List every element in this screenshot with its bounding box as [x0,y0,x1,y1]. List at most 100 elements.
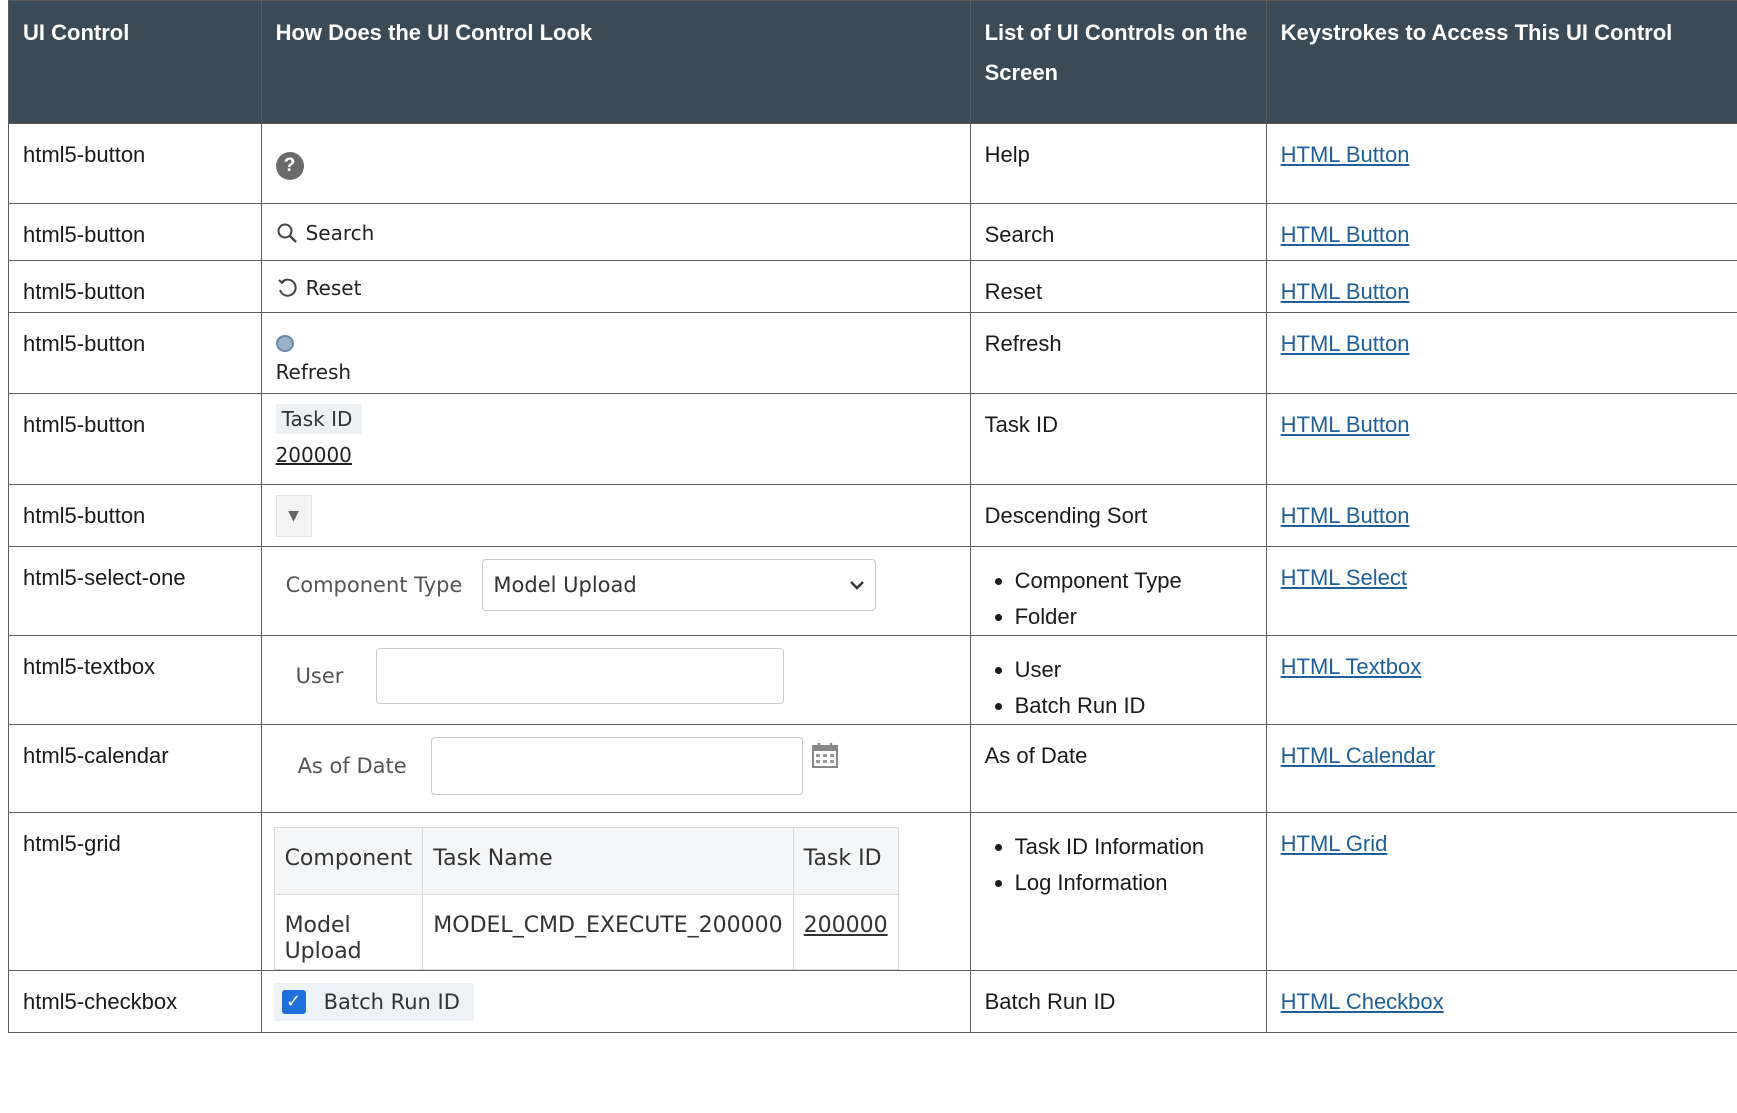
control-cell: html5-textbox [8,635,262,725]
list-cell: Component TypeFolder [969,546,1267,636]
header-keystrokes: Keystrokes to Access This UI Control [1265,0,1737,124]
keystroke-link[interactable]: HTML Grid [1281,831,1388,856]
header-list: List of UI Controls on the Screen [969,0,1267,124]
look-cell: Component Task Name Task ID Model Upload… [260,812,971,971]
list-cell: Descending Sort [969,484,1267,547]
table-row: html5-button Refresh Refresh HTML Button [8,312,1737,394]
grid-taskid-link[interactable]: 200000 [792,894,899,970]
list-item: Batch Run ID [1015,688,1252,724]
user-textbox[interactable] [375,648,784,704]
keystroke-link[interactable]: HTML Select [1281,565,1407,590]
look-cell: Refresh [260,312,971,394]
table-row: html5-calendar As of Date As of Date HTM… [8,724,1737,813]
look-cell: User [260,635,971,725]
list-item: Log Information [1015,865,1252,901]
look-cell: ▼ [260,484,971,547]
keystroke-cell: HTML Select [1265,546,1737,636]
search-button[interactable]: Search [276,220,375,246]
table-header-row: UI Control How Does the UI Control Look … [8,0,1737,124]
header-look: How Does the UI Control Look [260,0,971,124]
list-cell: Task ID [969,393,1267,485]
control-cell: html5-button [8,393,262,485]
component-type-label: Component Type [285,573,463,597]
keystroke-link[interactable]: HTML Calendar [1281,743,1435,768]
table-row: html5-checkbox ✓ Batch Run ID Batch Run … [8,970,1737,1033]
table-row: html5-select-one Component Type Model Up… [8,546,1737,636]
list-cell: Reset [969,260,1267,313]
keystroke-cell: HTML Button [1265,203,1737,261]
keystroke-link[interactable]: HTML Button [1281,222,1410,247]
taskid-column-header[interactable]: Task ID [275,404,363,434]
table-row: html5-button Reset Reset HTML Button [8,260,1737,313]
look-cell: Reset [260,260,971,313]
keystroke-cell: HTML Button [1265,484,1737,547]
refresh-button[interactable]: Refresh [275,333,956,386]
look-cell: ? [260,123,971,204]
control-cell: html5-button [8,123,262,204]
look-cell: Search [260,203,971,261]
grid-header-row: Component Task Name Task ID [273,827,899,895]
look-cell: Component Type Model Upload [260,546,971,636]
keystroke-link[interactable]: HTML Textbox [1281,654,1422,679]
reset-icon [277,278,297,297]
list-item: User [1015,652,1252,688]
ui-controls-table: UI Control How Does the UI Control Look … [8,0,1737,1033]
control-cell: html5-select-one [8,546,262,636]
look-cell: Task ID 200000 [260,393,971,485]
batch-run-id-checkbox[interactable]: ✓ Batch Run ID [273,983,474,1021]
list-cell: UserBatch Run ID [969,635,1267,725]
keystroke-link[interactable]: HTML Button [1281,142,1410,167]
list-item: Component Type [1015,563,1252,599]
keystroke-cell: HTML Checkbox [1265,970,1737,1033]
control-cell: html5-checkbox [8,970,262,1033]
list-cell: Search [969,203,1267,261]
keystroke-link[interactable]: HTML Button [1281,279,1410,304]
select-value: Model Upload [493,573,637,597]
list-cell: Help [969,123,1267,204]
table-row: html5-button ? Help HTML Button [8,123,1737,204]
list-cell: Refresh [969,312,1267,394]
keystroke-cell: HTML Button [1265,260,1737,313]
grid-cell: Model Upload [273,894,424,970]
search-button-label: Search [305,221,375,245]
keystroke-link[interactable]: HTML Button [1281,412,1410,437]
table-row: html5-grid Component Task Name Task ID M… [8,812,1737,971]
keystroke-cell: HTML Textbox [1265,635,1737,725]
calendar-icon[interactable] [811,741,839,769]
reset-button[interactable]: Reset [276,275,362,301]
list-item: Folder [1015,599,1252,635]
list-cell: Batch Run ID [969,970,1267,1033]
keystroke-cell: HTML Grid [1265,812,1737,971]
component-type-select[interactable]: Model Upload [482,559,877,611]
checkbox-label: Batch Run ID [323,990,460,1014]
reset-button-label: Reset [305,276,362,300]
table-row: html5-button Search Search HTML Button [8,203,1737,261]
list-item: Task ID Information [1015,829,1252,865]
sort-descending-icon[interactable]: ▼ [275,495,312,537]
checkmark-icon: ✓ [281,990,306,1014]
table-row: html5-button ▼ Descending Sort HTML Butt… [8,484,1737,547]
look-cell: As of Date [260,724,971,813]
keystroke-cell: HTML Button [1265,312,1737,394]
grid-row: Model Upload MODEL_CMD_EXECUTE_200000 20… [273,894,899,970]
keystroke-link[interactable]: HTML Button [1281,503,1410,528]
refresh-icon [275,335,294,352]
user-label: User [295,664,344,688]
taskid-link[interactable]: 200000 [276,442,352,468]
grid-header-cell[interactable]: Component [273,827,424,895]
control-cell: html5-grid [8,812,262,971]
keystroke-link[interactable]: HTML Checkbox [1281,989,1444,1014]
list-cell: As of Date [969,724,1267,813]
grid-header-cell[interactable]: Task Name [422,827,794,895]
control-cell: html5-button [8,260,262,313]
help-icon[interactable]: ? [275,152,304,180]
control-cell: html5-button [8,312,262,394]
grid-cell: MODEL_CMD_EXECUTE_200000 [422,894,794,970]
refresh-button-label: Refresh [275,360,352,384]
header-ui-control: UI Control [8,0,262,124]
as-of-date-label: As of Date [297,754,407,778]
as-of-date-input[interactable] [430,737,803,795]
look-cell: ✓ Batch Run ID [260,970,971,1033]
grid-header-cell[interactable]: Task ID [792,827,899,895]
keystroke-link[interactable]: HTML Button [1281,331,1410,356]
